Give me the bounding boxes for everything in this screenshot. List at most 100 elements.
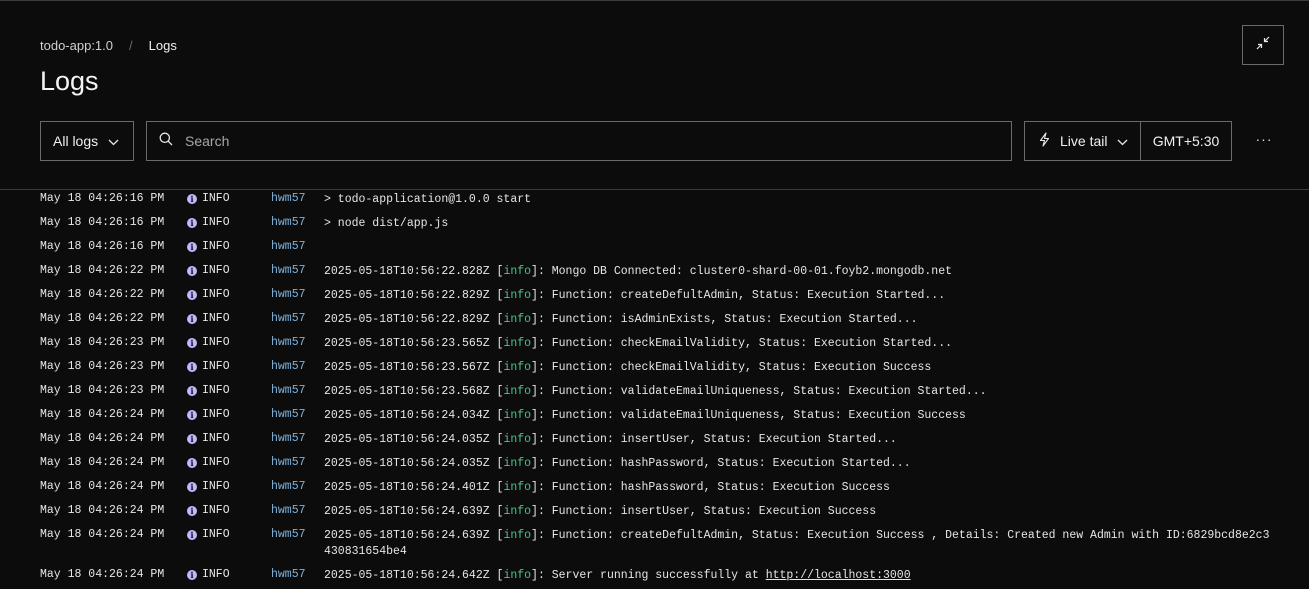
log-level-label: INFO (202, 192, 230, 205)
chevron-down-icon (108, 133, 119, 149)
log-row[interactable]: May 18 04:26:16 PM i INFO hwm57 (0, 238, 1309, 262)
log-row[interactable]: May 18 04:26:23 PM i INFO hwm57 2025-05-18T1… (0, 358, 1309, 382)
log-filter-label: All logs (53, 133, 99, 149)
log-level-label: INFO (202, 240, 230, 253)
log-level-label: INFO (202, 408, 230, 421)
log-info-tag: info (503, 361, 532, 374)
log-message-rest: ]: Function: validateEmailUniqueness, St… (531, 385, 987, 398)
info-icon: i (187, 481, 197, 492)
log-row[interactable]: May 18 04:26:16 PM i INFO hwm57 > todo-appli… (0, 190, 1309, 214)
log-row[interactable]: May 18 04:26:24 PM i INFO hwm57 2025-05-18T1… (0, 502, 1309, 526)
log-info-tag: info (503, 457, 532, 470)
timezone-button[interactable]: GMT+5:30 (1141, 133, 1231, 149)
log-message: 2025-05-18T10:56:24.401Z [info]: Functio… (324, 480, 1274, 496)
log-source[interactable]: hwm57 (271, 216, 306, 229)
log-source[interactable]: hwm57 (271, 504, 306, 517)
log-row[interactable]: May 18 04:26:23 PM i INFO hwm57 2025-05-18T1… (0, 382, 1309, 406)
log-row[interactable]: May 18 04:26:22 PM i INFO hwm57 2025-05-18T1… (0, 310, 1309, 334)
log-row[interactable]: May 18 04:26:24 PM i INFO hwm57 2025-05-18T1… (0, 478, 1309, 502)
info-icon: i (187, 457, 197, 468)
log-source[interactable]: hwm57 (271, 192, 306, 205)
live-tail-button[interactable]: Live tail (1025, 122, 1141, 160)
collapse-icon (1256, 36, 1270, 55)
search-input[interactable] (185, 133, 985, 149)
log-level-label: INFO (202, 384, 230, 397)
more-options-button[interactable]: ··· (1252, 131, 1276, 151)
log-level-label: INFO (202, 528, 230, 541)
log-level: i INFO (187, 456, 230, 469)
log-level: i INFO (187, 216, 230, 229)
log-source[interactable]: hwm57 (271, 384, 306, 397)
collapse-button[interactable] (1242, 25, 1284, 65)
log-message-text: 2025-05-18T10:56:22.829Z [ (324, 313, 504, 326)
log-message: 2025-05-18T10:56:24.642Z [info]: Server … (324, 568, 1274, 584)
log-level-label: INFO (202, 264, 230, 277)
log-message-text: 2025-05-18T10:56:24.639Z [ (324, 529, 504, 542)
breadcrumb: todo-app:1.0 / Logs (40, 38, 177, 53)
log-message-text: 2025-05-18T10:56:22.829Z [ (324, 289, 504, 302)
info-icon: i (187, 289, 197, 300)
log-level: i INFO (187, 288, 230, 301)
log-level: i INFO (187, 528, 230, 541)
log-message-text: 2025-05-18T10:56:24.642Z [ (324, 569, 504, 582)
log-row[interactable]: May 18 04:26:16 PM i INFO hwm57 > node dist/… (0, 214, 1309, 238)
log-info-tag: info (503, 313, 532, 326)
log-level-label: INFO (202, 504, 230, 517)
log-message: 2025-05-18T10:56:24.034Z [info]: Functio… (324, 408, 1274, 424)
log-level: i INFO (187, 568, 230, 581)
log-timestamp: May 18 04:26:23 PM (40, 360, 165, 373)
log-row[interactable]: May 18 04:26:22 PM i INFO hwm57 2025-05-18T1… (0, 286, 1309, 310)
log-level: i INFO (187, 360, 230, 373)
log-source[interactable]: hwm57 (271, 456, 306, 469)
log-timestamp: May 18 04:26:24 PM (40, 504, 165, 517)
log-level: i INFO (187, 480, 230, 493)
log-level: i INFO (187, 432, 230, 445)
log-message: 2025-05-18T10:56:24.639Z [info]: Functio… (324, 504, 1274, 520)
info-icon: i (187, 409, 197, 420)
log-filter-select[interactable]: All logs (40, 121, 134, 161)
info-icon: i (187, 385, 197, 396)
log-timestamp: May 18 04:26:22 PM (40, 264, 165, 277)
log-row[interactable]: May 18 04:26:24 PM i INFO hwm57 2025-05-18T1… (0, 566, 1309, 589)
log-row[interactable]: May 18 04:26:22 PM i INFO hwm57 2025-05-18T1… (0, 262, 1309, 286)
page-title: Logs (40, 66, 99, 96)
log-level: i INFO (187, 336, 230, 349)
breadcrumb-app-link[interactable]: todo-app:1.0 (40, 38, 113, 53)
log-row[interactable]: May 18 04:26:24 PM i INFO hwm57 2025-05-18T1… (0, 406, 1309, 430)
log-message-rest: ]: Function: checkEmailValidity, Status:… (531, 337, 953, 350)
log-link[interactable]: http://localhost:3000 (766, 569, 911, 582)
log-source[interactable]: hwm57 (271, 264, 306, 277)
log-info-tag: info (503, 265, 532, 278)
log-message-rest: ]: Function: createDefultAdmin, Status: … (531, 289, 946, 302)
log-source[interactable]: hwm57 (271, 408, 306, 421)
log-level-label: INFO (202, 568, 230, 581)
info-icon: i (187, 433, 197, 444)
log-timestamp: May 18 04:26:16 PM (40, 240, 165, 253)
log-row[interactable]: May 18 04:26:23 PM i INFO hwm57 2025-05-18T1… (0, 334, 1309, 358)
log-message-text: > todo-application@1.0.0 start (324, 193, 532, 206)
log-row[interactable]: May 18 04:26:24 PM i INFO hwm57 2025-05-18T1… (0, 430, 1309, 454)
log-timestamp: May 18 04:26:24 PM (40, 528, 165, 541)
log-message-rest: ]: Function: insertUser, Status: Executi… (531, 433, 897, 446)
log-source[interactable]: hwm57 (271, 568, 306, 581)
search-field[interactable] (146, 121, 1012, 161)
log-level: i INFO (187, 408, 230, 421)
log-source[interactable]: hwm57 (271, 432, 306, 445)
tail-controls: Live tail GMT+5:30 (1024, 121, 1232, 161)
log-source[interactable]: hwm57 (271, 288, 306, 301)
info-icon: i (187, 217, 197, 228)
log-source[interactable]: hwm57 (271, 240, 306, 253)
lightning-icon (1039, 132, 1050, 150)
log-message-rest: ]: Function: insertUser, Status: Executi… (531, 505, 877, 518)
log-message: 2025-05-18T10:56:22.829Z [info]: Functio… (324, 288, 1274, 304)
log-source[interactable]: hwm57 (271, 336, 306, 349)
log-source[interactable]: hwm57 (271, 360, 306, 373)
log-source[interactable]: hwm57 (271, 312, 306, 325)
log-info-tag: info (503, 433, 532, 446)
log-row[interactable]: May 18 04:26:24 PM i INFO hwm57 2025-05-18T1… (0, 526, 1309, 566)
log-source[interactable]: hwm57 (271, 480, 306, 493)
log-source[interactable]: hwm57 (271, 528, 306, 541)
log-row[interactable]: May 18 04:26:24 PM i INFO hwm57 2025-05-18T1… (0, 454, 1309, 478)
log-message: 2025-05-18T10:56:22.829Z [info]: Functio… (324, 312, 1274, 328)
log-message-text: 2025-05-18T10:56:24.035Z [ (324, 433, 504, 446)
